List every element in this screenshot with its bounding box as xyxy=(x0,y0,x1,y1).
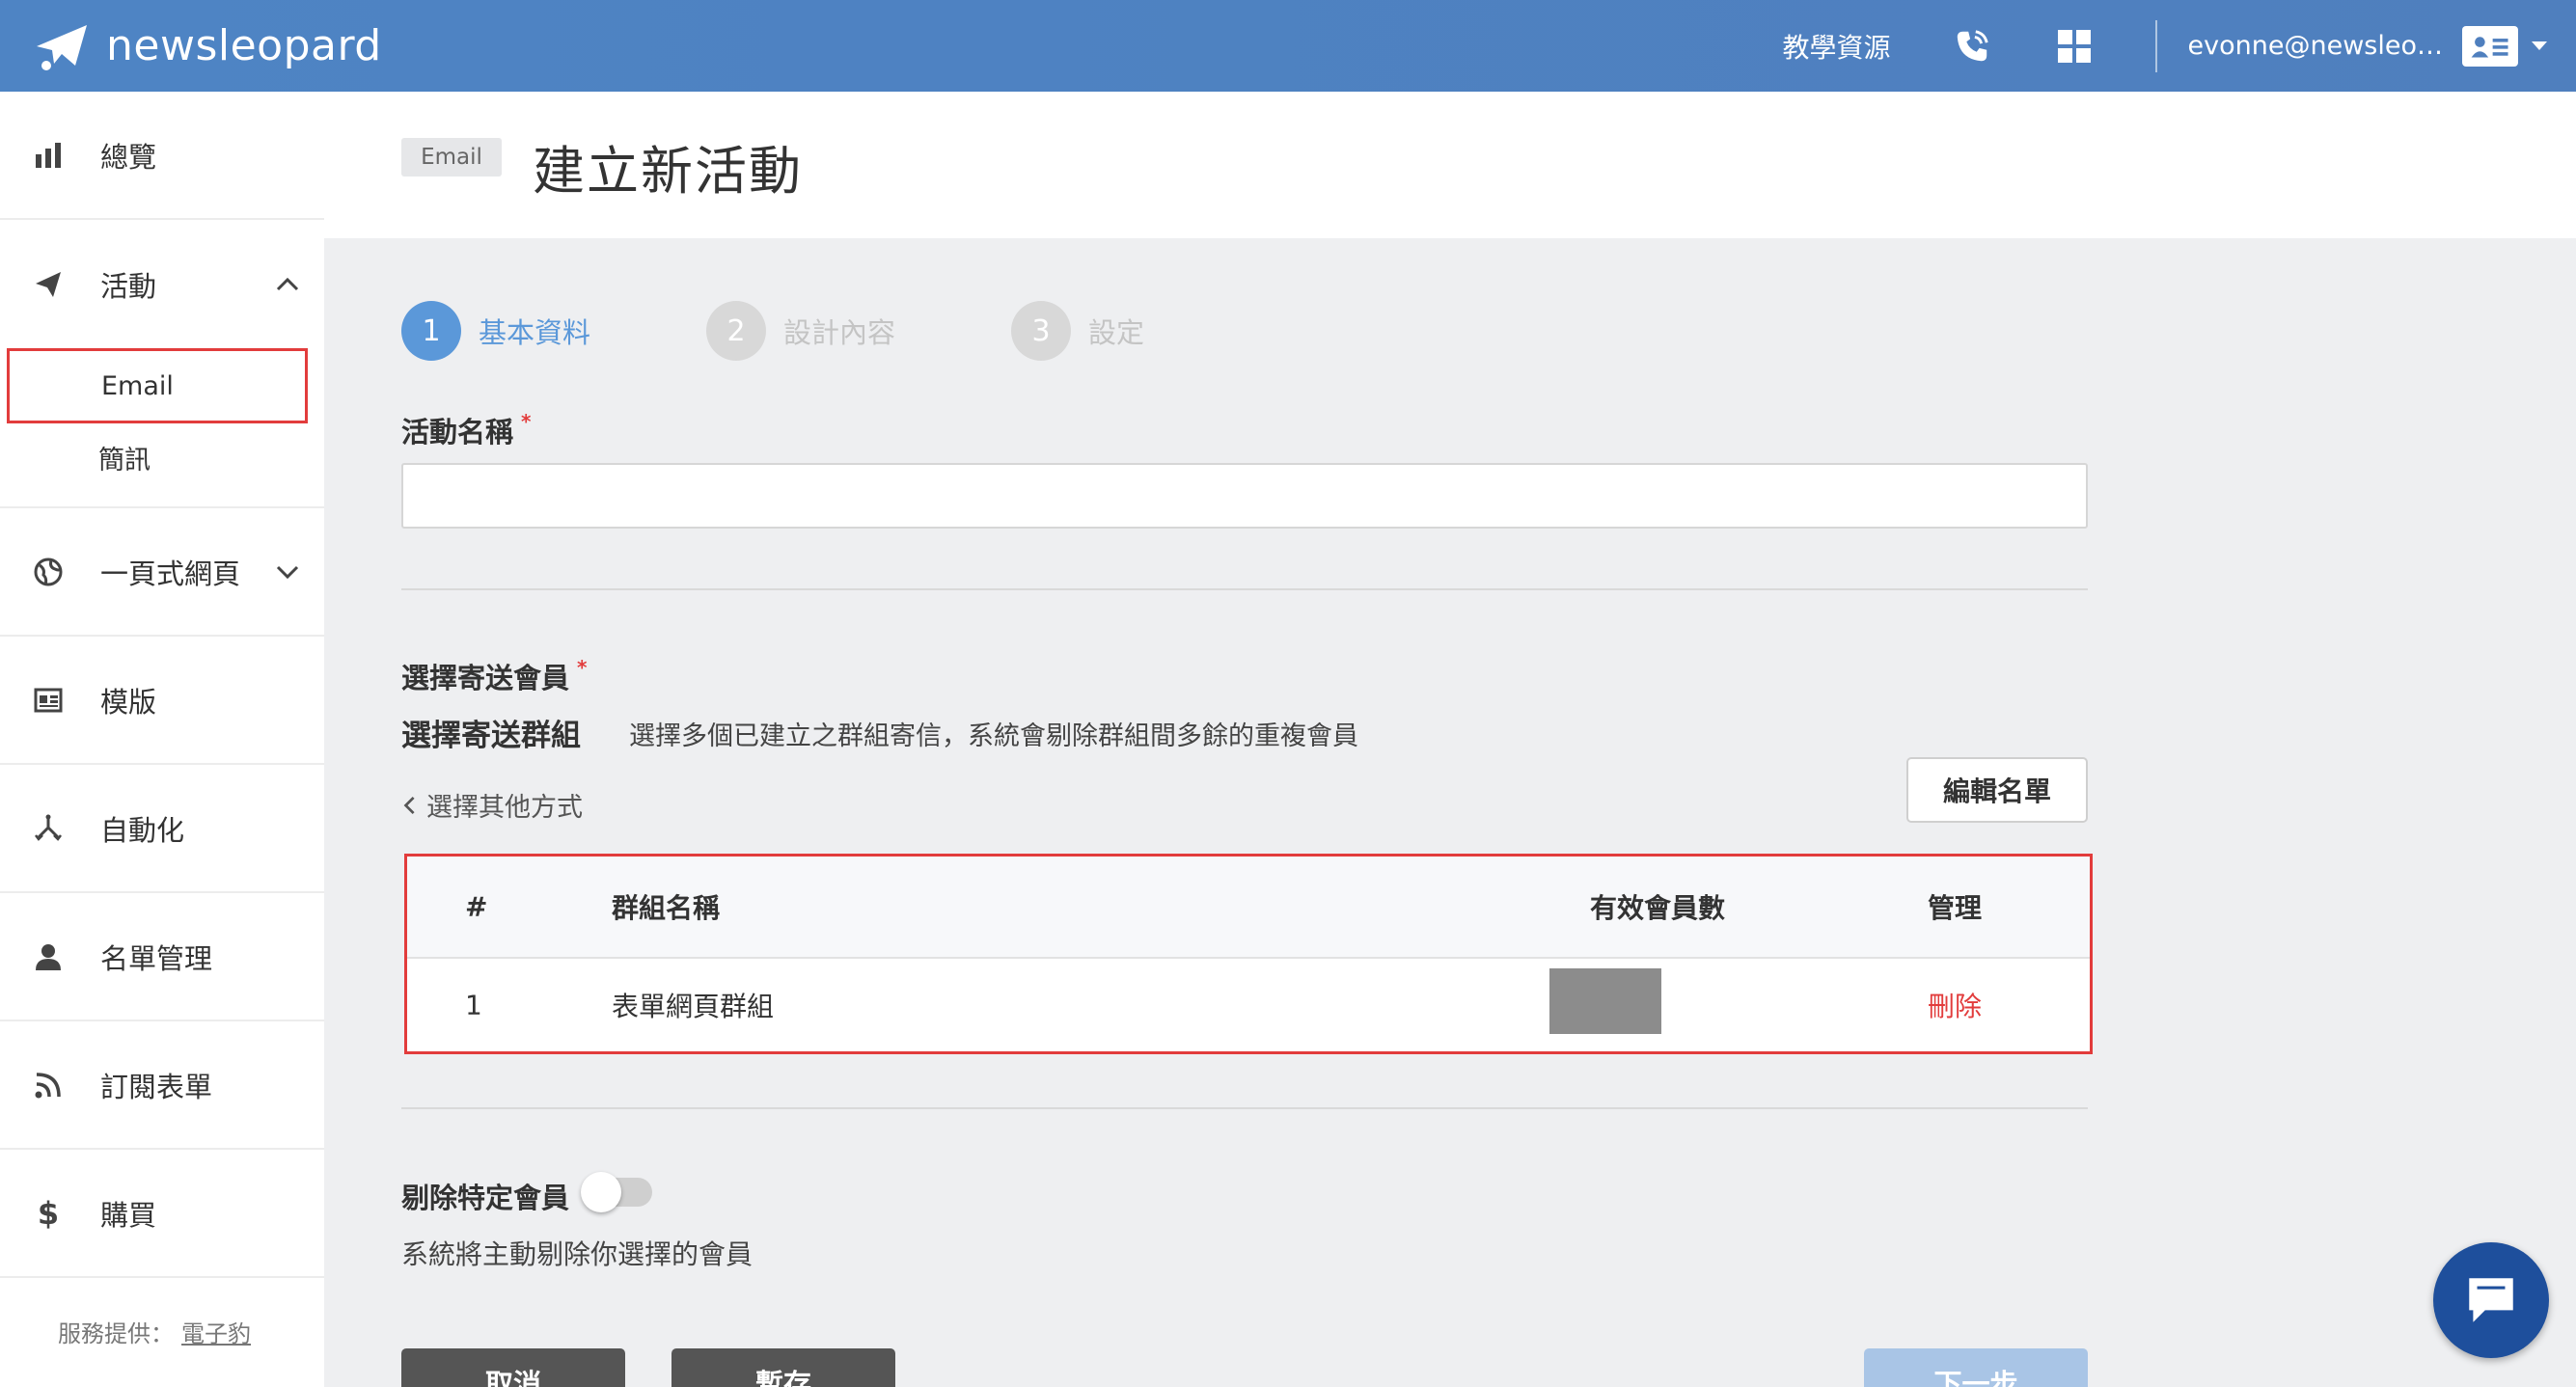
delete-link[interactable]: 刪除 xyxy=(1928,986,1982,1024)
next-step-button[interactable]: 下一步 xyxy=(1864,1348,2088,1387)
chevron-left-icon xyxy=(403,796,415,814)
sidebar-item-campaign[interactable]: 活動 xyxy=(0,220,324,348)
sidebar-item-list-management[interactable]: 名單管理 xyxy=(0,893,324,1021)
paper-plane-logo-icon xyxy=(37,24,87,70)
user-email[interactable]: evonne@newsleo… xyxy=(2188,31,2443,61)
channel-tag: Email xyxy=(401,138,502,177)
sidebar-item-label: 活動 xyxy=(100,269,157,303)
other-method-label: 選擇其他方式 xyxy=(426,793,583,823)
sidebar: 總覽 活動 Email 簡訊 一頁式網頁 模版 自動化 名單管理 訂閱表單 $ … xyxy=(0,92,324,1387)
step-number: 1 xyxy=(401,301,461,361)
table-row: 1 表單網頁群組 刪除 xyxy=(407,959,2090,1051)
logo-text: newsleopard xyxy=(106,21,382,70)
sidebar-item-label: 購買 xyxy=(100,1198,157,1232)
chat-icon xyxy=(2469,1278,2513,1322)
user-icon xyxy=(32,940,65,973)
column-header-group-name: 群組名稱 xyxy=(612,892,721,924)
step-label: 設定 xyxy=(1088,316,1145,349)
phone-icon[interactable] xyxy=(1951,25,1993,68)
row-group-name: 表單網頁群組 xyxy=(612,991,775,1022)
sidebar-subitem-label: Email xyxy=(101,370,174,401)
step-number: 3 xyxy=(1011,301,1072,361)
sidebar-item-automation[interactable]: 自動化 xyxy=(0,765,324,893)
sidebar-item-subscription-form[interactable]: 訂閱表單 xyxy=(0,1021,324,1150)
sidebar-item-label: 總覽 xyxy=(100,140,157,174)
campaign-name-label: 活動名稱 * xyxy=(401,410,531,450)
sidebar-item-templates[interactable]: 模版 xyxy=(0,637,324,765)
select-members-label-text: 選擇寄送會員 xyxy=(401,662,570,694)
step-settings[interactable]: 3 設定 xyxy=(1011,301,1144,361)
sidebar-item-purchase[interactable]: $ 購買 xyxy=(0,1150,324,1278)
step-design-content[interactable]: 2 設計內容 xyxy=(706,301,895,361)
chat-widget-button[interactable] xyxy=(2433,1242,2549,1358)
sidebar-item-label: 一頁式網頁 xyxy=(100,557,241,590)
column-header-manage: 管理 xyxy=(1928,892,1983,924)
chevron-up-icon[interactable] xyxy=(274,271,301,298)
select-group-title: 選擇寄送群組 xyxy=(401,719,581,753)
header-divider xyxy=(2154,19,2157,72)
exclude-members-toggle[interactable] xyxy=(581,1172,652,1212)
step-label: 基本資料 xyxy=(479,316,591,349)
sidebar-item-landing-page[interactable]: 一頁式網頁 xyxy=(0,508,324,637)
paper-plane-icon xyxy=(32,268,65,301)
row-valid-count xyxy=(1549,968,1661,1034)
required-mark: * xyxy=(577,656,588,679)
resources-link[interactable]: 教學資源 xyxy=(1783,27,1891,66)
cancel-button[interactable]: 取消 xyxy=(401,1348,625,1387)
sidebar-item-overview[interactable]: 總覽 xyxy=(0,92,324,220)
sidebar-subitem-email[interactable]: Email xyxy=(7,348,308,423)
stepper: 1 基本資料 2 設計內容 3 設定 xyxy=(401,301,1260,361)
dollar-icon: $ xyxy=(37,1194,60,1232)
user-menu-caret-icon[interactable] xyxy=(2532,41,2547,50)
sidebar-item-label: 名單管理 xyxy=(100,941,213,975)
rss-icon xyxy=(32,1069,65,1101)
edit-list-button[interactable]: 編輯名單 xyxy=(1906,757,2088,823)
top-navbar: newsleopard 教學資源 evonne@newsleo… xyxy=(0,0,2576,92)
sidebar-item-label: 模版 xyxy=(100,685,157,719)
id-card-icon[interactable] xyxy=(2462,25,2518,67)
step-basic-info[interactable]: 1 基本資料 xyxy=(401,301,590,361)
page-title: 建立新活動 xyxy=(533,141,803,202)
group-table: # 群組名稱 有效會員數 管理 1 表單網頁群組 刪除 xyxy=(404,854,2093,1054)
row-index: 1 xyxy=(465,989,482,1021)
logo[interactable]: newsleopard xyxy=(33,17,382,75)
select-group-description: 選擇多個已建立之群組寄信，系統會剔除群組間多餘的重複會員 xyxy=(629,721,1358,751)
sidebar-subitem-label: 簡訊 xyxy=(98,445,151,476)
sidebar-item-label: 自動化 xyxy=(100,813,185,847)
automation-icon xyxy=(32,812,65,845)
sidebar-item-label: 訂閱表單 xyxy=(100,1070,213,1103)
page-header: Email 建立新活動 xyxy=(324,92,2576,238)
other-method-link[interactable]: 選擇其他方式 xyxy=(401,786,583,824)
sidebar-subitem-sms[interactable]: 簡訊 xyxy=(0,423,324,491)
required-mark: * xyxy=(521,410,532,433)
select-members-label: 選擇寄送會員 * xyxy=(401,656,587,696)
sidebar-group-campaign: 活動 Email 簡訊 xyxy=(0,220,324,508)
footer-prefix: 服務提供： xyxy=(58,1320,174,1347)
step-number: 2 xyxy=(706,301,767,361)
grid-icon[interactable] xyxy=(2053,25,2096,68)
chevron-down-icon[interactable] xyxy=(274,558,301,585)
toggle-knob xyxy=(581,1172,621,1212)
campaign-name-input[interactable] xyxy=(401,463,2088,529)
table-header: # 群組名稱 有效會員數 管理 xyxy=(407,857,2090,959)
bar-chart-icon xyxy=(32,139,65,172)
save-draft-button[interactable]: 暫存 xyxy=(671,1348,895,1387)
section-divider xyxy=(401,1107,2088,1109)
exclude-members-description: 系統將主動剔除你選擇的會員 xyxy=(401,1238,754,1270)
globe-icon xyxy=(32,556,65,588)
column-header-index: # xyxy=(465,890,488,923)
campaign-name-label-text: 活動名稱 xyxy=(401,416,514,449)
section-divider xyxy=(401,588,2088,590)
column-header-valid-count: 有效會員數 xyxy=(1590,892,1726,924)
footer-link[interactable]: 電子豹 xyxy=(181,1320,251,1347)
step-label: 設計內容 xyxy=(783,316,896,349)
template-icon xyxy=(32,684,65,717)
sidebar-footer: 服務提供： 電子豹 xyxy=(58,1315,251,1348)
exclude-members-label: 剔除特定會員 xyxy=(401,1182,570,1214)
